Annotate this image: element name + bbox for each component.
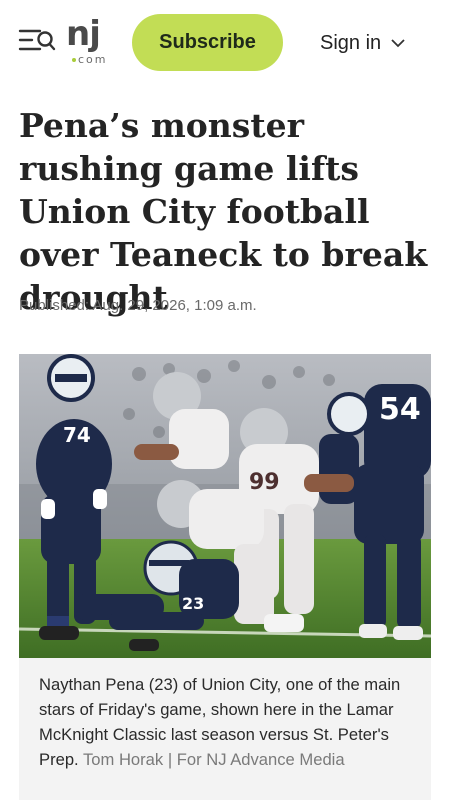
chevron-down-icon (391, 39, 405, 48)
logo-domain-text: com (78, 53, 108, 66)
photo-credit: Tom Horak | For NJ Advance Media (82, 750, 345, 769)
sign-in-label: Sign in (320, 31, 382, 54)
jersey-number-74: 74 (63, 423, 91, 447)
jersey-number-23: 23 (182, 594, 204, 613)
jersey-number-54: 54 (379, 392, 421, 427)
photo-caption-box: Naythan Pena (23) of Union City, one of … (19, 658, 431, 800)
menu-search-icon[interactable] (18, 22, 56, 60)
subscribe-button[interactable]: Subscribe (132, 14, 283, 71)
site-header: nj com Subscribe Sign in (0, 0, 450, 92)
article-headline: Pena’s monster rushing game lifts Union … (19, 106, 428, 317)
logo-domain: com (72, 53, 108, 66)
nj-logo[interactable]: nj com (66, 14, 118, 70)
article-photo[interactable]: 74 54 99 23 (19, 354, 431, 658)
logo-wordmark: nj (66, 14, 101, 54)
photo-caption: Naythan Pena (23) of Union City, one of … (39, 672, 419, 772)
published-date: Published: Aug. 29, 2026, 1:09 a.m. (19, 297, 257, 314)
sign-in-button[interactable]: Sign in (320, 28, 405, 58)
